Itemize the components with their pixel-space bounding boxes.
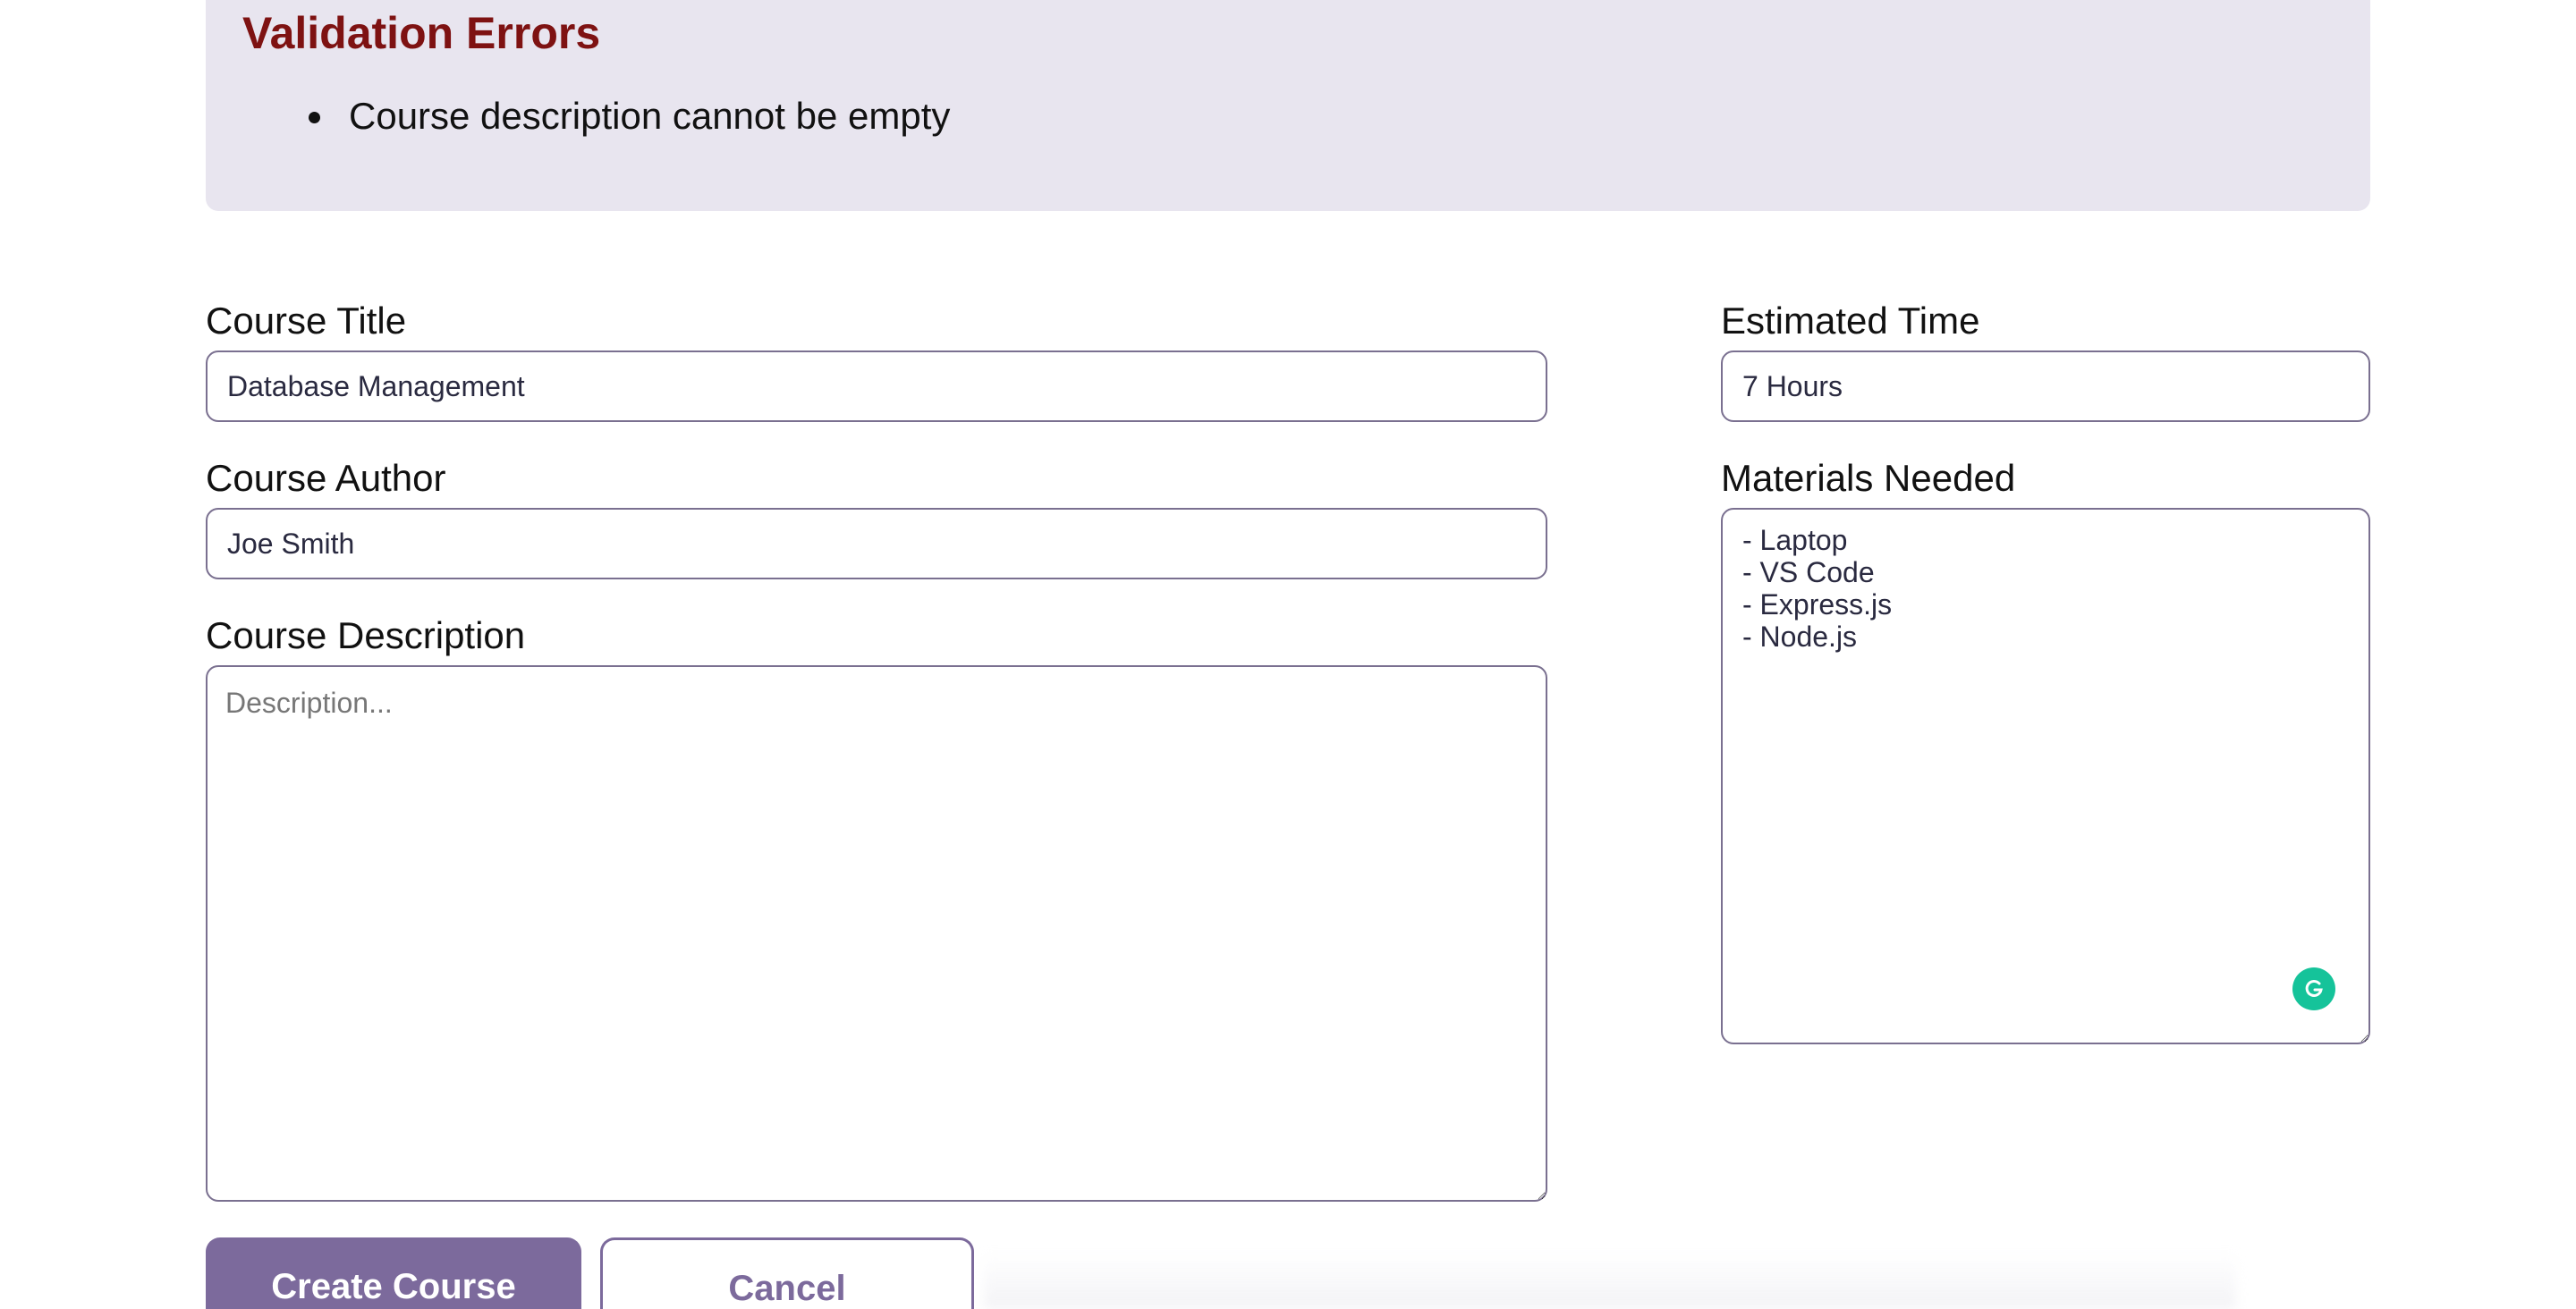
grammarly-icon[interactable] [2292,967,2335,1010]
grammarly-g-icon [2305,979,2323,997]
validation-error-text: Course description cannot be empty [349,95,951,137]
materials-line: - Node.js [1742,621,1858,653]
materials-needed-label: Materials Needed [1721,457,2016,499]
course-title-label: Course Title [206,300,407,342]
estimated-time-label: Estimated Time [1721,300,1980,342]
validation-errors-list: Course description cannot be empty [206,89,950,143]
bullet-icon [309,112,320,123]
course-description-label: Course Description [206,614,526,656]
validation-errors-panel: Validation Errors Course description can… [206,0,2370,211]
course-author-label: Course Author [206,457,446,499]
estimated-time-input[interactable] [1721,350,2370,422]
create-course-button[interactable]: Create Course [206,1237,581,1309]
materials-list: - Laptop - VS Code - Express.js - Node.j… [1742,524,1892,653]
validation-error-item: Course description cannot be empty [206,89,950,143]
materials-line: - VS Code [1742,556,1875,588]
validation-errors-title: Validation Errors [242,8,601,58]
materials-line: - Laptop [1742,524,1848,556]
course-author-input[interactable] [206,508,1547,579]
cancel-button[interactable]: Cancel [600,1237,974,1309]
course-title-input[interactable] [206,350,1547,422]
create-course-page: Validation Errors Course description can… [0,0,2576,1309]
materials-line: - Express.js [1742,588,1893,621]
bottom-shadow [984,1252,2236,1309]
course-description-textarea[interactable] [206,665,1547,1202]
